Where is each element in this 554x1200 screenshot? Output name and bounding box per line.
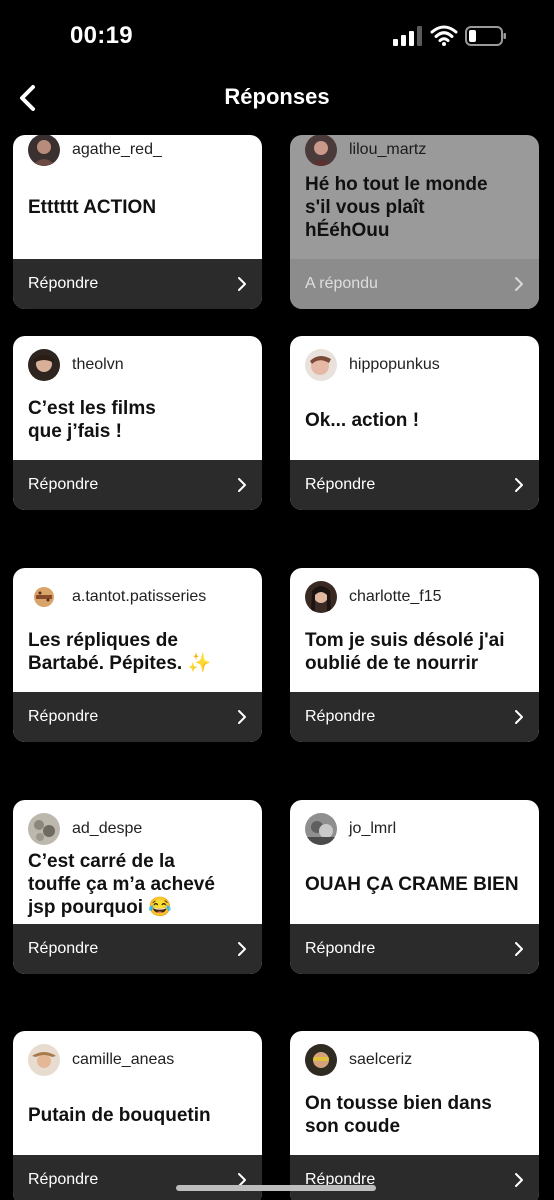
reply-button[interactable]: Répondre bbox=[290, 460, 539, 510]
home-indicator[interactable] bbox=[176, 1185, 376, 1191]
avatar bbox=[305, 135, 337, 166]
reply-label: Répondre bbox=[28, 940, 99, 957]
responses-grid: agathe_red_ Etttttt ACTION Répondre lilo… bbox=[0, 0, 554, 1200]
chevron-right-icon bbox=[238, 478, 246, 492]
username[interactable]: agathe_red_ bbox=[72, 141, 162, 159]
chevron-right-icon bbox=[515, 1173, 523, 1187]
message: Les répliques de Bartabé. Pépites. ✨ bbox=[28, 614, 250, 690]
answered-button[interactable]: A répondu bbox=[290, 259, 539, 309]
reply-label: Répondre bbox=[305, 708, 376, 725]
avatar bbox=[28, 135, 60, 166]
answered-label: A répondu bbox=[305, 275, 378, 292]
avatar bbox=[305, 1044, 337, 1076]
message-text: Hé ho tout le monde s'il vous plaît hÉéh… bbox=[305, 173, 488, 241]
reply-button[interactable]: Répondre bbox=[13, 692, 262, 742]
message: C’est carré de la touffe ça m’a achevé j… bbox=[28, 846, 250, 922]
username[interactable]: a.tantot.patisseries bbox=[72, 588, 206, 606]
message-text: Les répliques de Bartabé. Pépites. ✨ bbox=[28, 630, 212, 674]
message-text: Etttttt ACTION bbox=[28, 196, 157, 218]
message: Hé ho tout le monde s'il vous plaît hÉéh… bbox=[305, 169, 527, 245]
card-user: camille_aneas bbox=[28, 1043, 174, 1077]
message-text: C’est carré de la touffe ça m’a achevé j… bbox=[28, 850, 215, 918]
message-text: OUAH ÇA CRAME BIEN bbox=[305, 873, 519, 895]
chevron-right-icon bbox=[515, 478, 523, 492]
chevron-right-icon bbox=[515, 942, 523, 956]
username[interactable]: ad_despe bbox=[72, 820, 142, 838]
nav-bar: Réponses bbox=[0, 75, 554, 120]
signal-icon bbox=[393, 26, 422, 46]
message: On tousse bien dans son coude bbox=[305, 1077, 527, 1153]
reply-label: Répondre bbox=[28, 476, 99, 493]
response-card[interactable]: charlotte_f15 Tom je suis désolé j'ai ou… bbox=[290, 568, 539, 742]
chevron-right-icon bbox=[238, 710, 246, 724]
reply-label: Répondre bbox=[28, 275, 99, 292]
avatar bbox=[28, 581, 60, 613]
username[interactable]: theolvn bbox=[72, 356, 124, 374]
chevron-right-icon bbox=[515, 710, 523, 724]
avatar bbox=[305, 813, 337, 845]
message-text: Ok... action ! bbox=[305, 409, 420, 431]
chevron-right-icon bbox=[238, 942, 246, 956]
username[interactable]: hippopunkus bbox=[349, 356, 440, 374]
response-card[interactable]: ad_despe C’est carré de la touffe ça m’a… bbox=[13, 800, 262, 974]
card-user: hippopunkus bbox=[305, 348, 440, 382]
reply-label: Répondre bbox=[305, 476, 376, 493]
response-card-answered[interactable]: lilou_martz Hé ho tout le monde s'il vou… bbox=[290, 135, 539, 309]
response-card[interactable]: camille_aneas Putain de bouquetin Répond… bbox=[13, 1031, 262, 1200]
response-card[interactable]: a.tantot.patisseries Les répliques de Ba… bbox=[13, 568, 262, 742]
reply-button[interactable]: Répondre bbox=[13, 460, 262, 510]
status-bar: 00:19 bbox=[0, 0, 554, 75]
card-user: a.tantot.patisseries bbox=[28, 580, 206, 614]
username[interactable]: saelceriz bbox=[349, 1051, 412, 1069]
username[interactable]: lilou_martz bbox=[349, 141, 426, 159]
response-card[interactable]: saelceriz On tousse bien dans son coude … bbox=[290, 1031, 539, 1200]
reply-button[interactable]: Répondre bbox=[13, 924, 262, 974]
card-user: lilou_martz bbox=[305, 135, 426, 167]
message: Putain de bouquetin bbox=[28, 1077, 250, 1153]
message: Etttttt ACTION bbox=[28, 169, 250, 245]
username[interactable]: camille_aneas bbox=[72, 1051, 174, 1069]
message-text: On tousse bien dans son coude bbox=[305, 1093, 492, 1137]
card-user: ad_despe bbox=[28, 812, 142, 846]
chevron-right-icon bbox=[238, 277, 246, 291]
card-user: charlotte_f15 bbox=[305, 580, 442, 614]
avatar bbox=[305, 581, 337, 613]
chevron-right-icon bbox=[515, 277, 523, 291]
avatar bbox=[28, 813, 60, 845]
reply-label: Répondre bbox=[28, 1171, 99, 1188]
battery-icon bbox=[465, 26, 506, 46]
message-text: C’est les films que j’fais ! bbox=[28, 398, 156, 442]
response-card[interactable]: hippopunkus Ok... action ! Répondre bbox=[290, 336, 539, 510]
message-text: Putain de bouquetin bbox=[28, 1104, 211, 1126]
reply-label: Répondre bbox=[305, 940, 376, 957]
reply-label: Répondre bbox=[28, 708, 99, 725]
username[interactable]: jo_lmrl bbox=[349, 820, 396, 838]
message: C’est les films que j’fais ! bbox=[28, 382, 250, 458]
card-user: saelceriz bbox=[305, 1043, 412, 1077]
response-card[interactable]: theolvn C’est les films que j’fais ! Rép… bbox=[13, 336, 262, 510]
reply-button[interactable]: Répondre bbox=[290, 924, 539, 974]
username[interactable]: charlotte_f15 bbox=[349, 588, 442, 606]
message-text: Tom je suis désolé j'ai oublié de te nou… bbox=[305, 630, 505, 674]
avatar bbox=[305, 349, 337, 381]
page-title: Réponses bbox=[224, 84, 330, 109]
reply-button[interactable]: Répondre bbox=[13, 259, 262, 309]
message: Ok... action ! bbox=[305, 382, 527, 458]
reply-button[interactable]: Répondre bbox=[13, 1155, 262, 1200]
avatar bbox=[28, 1044, 60, 1076]
card-user: theolvn bbox=[28, 348, 124, 382]
reply-button[interactable]: Répondre bbox=[290, 1155, 539, 1200]
avatar bbox=[28, 349, 60, 381]
message: Tom je suis désolé j'ai oublié de te nou… bbox=[305, 614, 527, 690]
card-user: agathe_red_ bbox=[28, 135, 162, 167]
wifi-icon bbox=[430, 25, 458, 46]
response-card[interactable]: jo_lmrl OUAH ÇA CRAME BIEN Répondre bbox=[290, 800, 539, 974]
reply-button[interactable]: Répondre bbox=[290, 692, 539, 742]
clock: 00:19 bbox=[70, 22, 133, 49]
message: OUAH ÇA CRAME BIEN bbox=[305, 846, 527, 922]
card-user: jo_lmrl bbox=[305, 812, 396, 846]
response-card[interactable]: agathe_red_ Etttttt ACTION Répondre bbox=[13, 135, 262, 309]
